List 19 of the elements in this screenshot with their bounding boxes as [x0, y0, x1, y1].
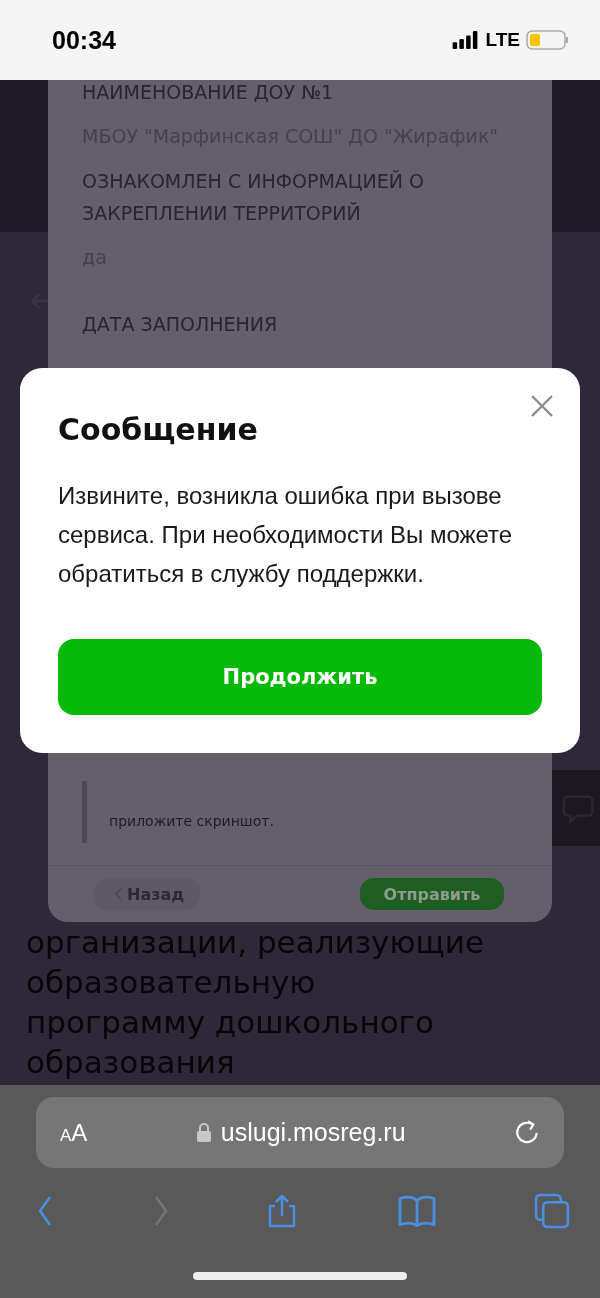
field-label: ОЗНАКОМЛЕН С ИНФОРМАЦИЕЙ О ЗАКРЕПЛЕНИИ ТЕРРИТОРИЙ: [82, 169, 426, 226]
network-type: LTE: [485, 29, 520, 51]
lock-icon: [195, 1122, 212, 1143]
close-icon[interactable]: [530, 394, 554, 418]
field-label: ДАТА ЗАПОЛНЕНИЯ: [82, 312, 279, 337]
clock-time: 00:34: [52, 25, 116, 55]
address-bar[interactable]: AA uslugi.mosreg.ru: [36, 1097, 564, 1168]
dialog-title: Сообщение: [58, 411, 259, 449]
text-size-button[interactable]: AA: [60, 1118, 88, 1147]
continue-button[interactable]: Продолжить: [58, 639, 542, 715]
note-text: приложите скриншот.: [109, 812, 274, 831]
book-icon[interactable]: [396, 1194, 437, 1228]
tabs-icon[interactable]: [534, 1193, 570, 1229]
back-icon[interactable]: [38, 1194, 54, 1228]
battery-icon: [526, 30, 568, 50]
url-text: uslugi.mosreg.ru: [220, 1118, 406, 1147]
field-label: НАИМЕНОВАНИЕ ДОУ №1: [82, 80, 334, 105]
send-button[interactable]: Отправить: [360, 878, 504, 910]
dialog-message: Извините, возникла ошибка при вызове сервиса. При необходимости Вы можете обратиться в службу поддержки.: [58, 481, 514, 589]
